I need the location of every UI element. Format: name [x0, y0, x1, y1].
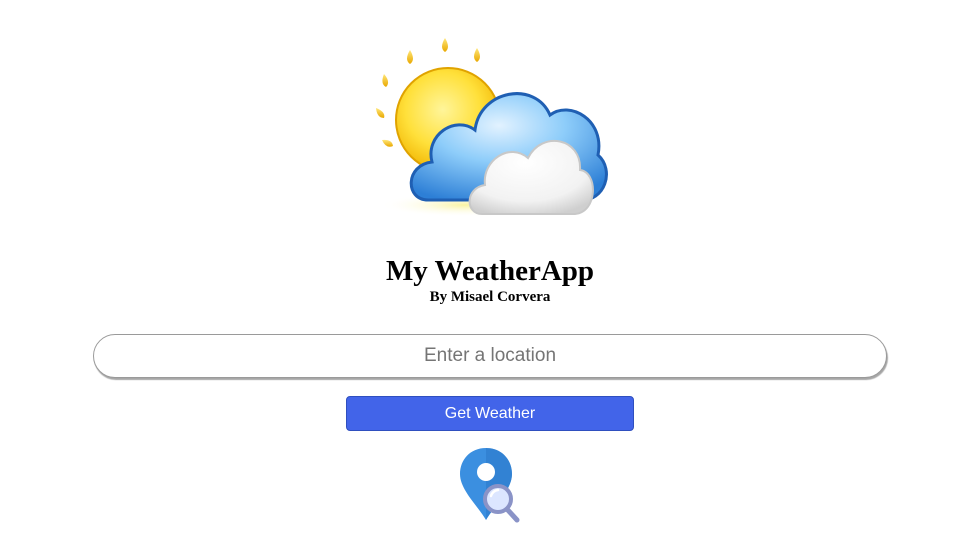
sun-cloud-icon: [376, 38, 608, 217]
get-weather-button[interactable]: Get Weather: [346, 396, 634, 431]
location-input[interactable]: [93, 334, 887, 378]
app-subtitle: By Misael Corvera: [429, 289, 551, 305]
app-title: My WeatherApp: [385, 255, 595, 287]
weather-app-page: My WeatherApp By Misael Corvera Get Weat…: [0, 0, 967, 543]
location-search-icon: [460, 448, 520, 523]
